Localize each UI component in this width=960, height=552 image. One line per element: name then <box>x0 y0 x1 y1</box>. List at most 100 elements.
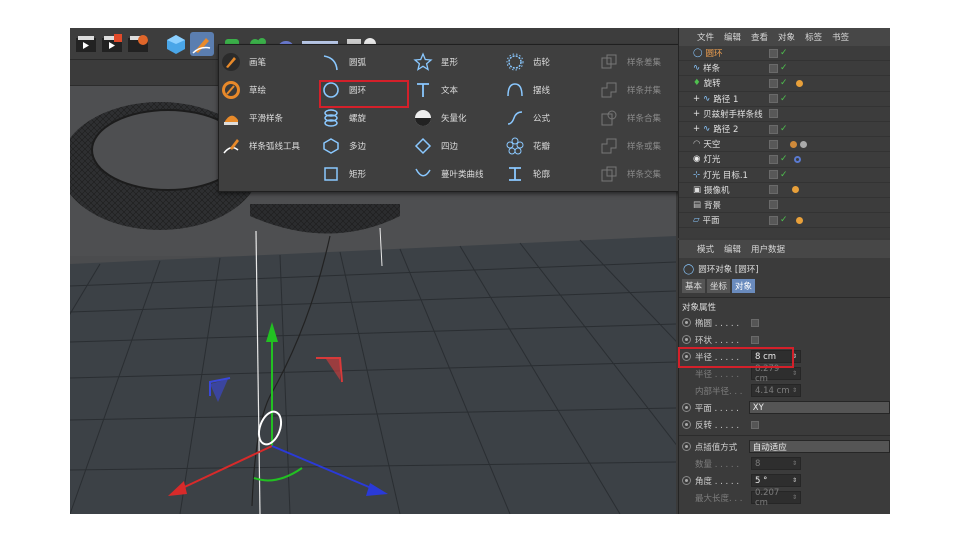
menu-item-formula[interactable]: 公式 <box>505 108 550 128</box>
check-icon[interactable]: ✓ <box>780 170 788 180</box>
inner-radius-input[interactable]: 4.14 cm ⇕ <box>751 384 801 397</box>
menu-tags[interactable]: 标签 <box>805 31 822 43</box>
render-picture-viewer-icon[interactable] <box>100 32 124 56</box>
object-row-camera[interactable]: ▣ 摄像机 <box>679 183 890 198</box>
texture-tag-icon[interactable] <box>800 140 807 148</box>
animate-dot-icon[interactable] <box>682 318 691 327</box>
menu-item-cissoid[interactable]: 蔓叶类曲线 <box>413 164 484 184</box>
menu-bookmarks[interactable]: 书签 <box>832 31 849 43</box>
menu-item-polygon[interactable]: 多边 <box>321 136 366 156</box>
menu-item-spline-subtract[interactable]: 样条差集 <box>599 52 661 72</box>
menu-item-spline-or[interactable]: 样条或集 <box>599 136 661 156</box>
object-row-sky[interactable]: ◠ 天空 <box>679 137 890 153</box>
tag-icon[interactable] <box>790 140 797 148</box>
menu-item-pen[interactable]: 画笔 <box>221 52 266 72</box>
tab-object[interactable]: 对象 <box>732 279 756 293</box>
ellipse-checkbox[interactable] <box>751 318 759 327</box>
object-row-path-2[interactable]: + ∿ 路径 2 ✓ <box>679 122 890 138</box>
target-tag-icon[interactable] <box>793 155 801 163</box>
object-row-plane[interactable]: ▱ 平面 ✓ <box>679 213 890 229</box>
visibility-toggle[interactable] <box>769 94 778 104</box>
object-row-light-target[interactable]: ⊹ 灯光 目标.1 ✓ <box>679 168 890 183</box>
object-row-bezier-spline[interactable]: + 贝兹射手样条线 <box>679 107 890 122</box>
animate-dot-icon[interactable] <box>682 442 691 451</box>
menu-item-spline-arc-tool[interactable]: 样条弧线工具 <box>221 136 300 156</box>
menu-item-spline-and[interactable]: 样条合集 <box>599 108 661 128</box>
animate-dot-icon[interactable] <box>682 403 691 412</box>
object-row-background[interactable]: ▤ 背景 <box>679 198 890 214</box>
menu-edit[interactable]: 编辑 <box>724 243 741 255</box>
object-row-spline[interactable]: ∿ 样条 ✓ <box>679 61 890 77</box>
check-icon[interactable]: ✓ <box>780 154 788 164</box>
visibility-toggle[interactable] <box>769 63 778 73</box>
stepper-icon[interactable]: ⇕ <box>792 387 797 394</box>
tab-coordinates[interactable]: 坐标 <box>707 279 731 293</box>
plane-select[interactable]: XY <box>748 401 890 414</box>
expand-icon[interactable]: + <box>693 109 700 119</box>
menu-item-arc[interactable]: 圆弧 <box>321 52 366 72</box>
menu-item-flower[interactable]: 花瓣 <box>505 136 550 156</box>
menu-item-profile[interactable]: 轮廓 <box>505 164 550 184</box>
menu-item-sketch[interactable]: 草绘 <box>221 80 266 100</box>
animate-dot-icon[interactable] <box>682 476 691 485</box>
max-length-input[interactable]: 0.207 cm ⇕ <box>751 488 801 508</box>
stepper-icon[interactable]: ⇕ <box>792 370 797 377</box>
visibility-toggle[interactable] <box>769 48 778 58</box>
check-icon[interactable]: ✓ <box>780 124 788 134</box>
render-view-icon[interactable] <box>74 32 98 56</box>
visibility-toggle[interactable] <box>769 154 778 164</box>
menu-view[interactable]: 查看 <box>751 31 768 43</box>
menu-item-spline-intersect[interactable]: 样条交集 <box>599 164 661 184</box>
object-row-light[interactable]: ◉ 灯光 ✓ <box>679 152 890 168</box>
menu-item-vectorize[interactable]: 矢量化 <box>413 108 467 128</box>
visibility-toggle[interactable] <box>769 139 778 149</box>
expand-icon[interactable]: + <box>693 94 700 104</box>
menu-item-gear[interactable]: 齿轮 <box>505 52 550 72</box>
material-tag-icon[interactable] <box>795 79 803 87</box>
menu-item-cycloid[interactable]: 摆线 <box>505 80 550 100</box>
visibility-toggle[interactable] <box>769 78 778 88</box>
menu-edit[interactable]: 编辑 <box>724 31 741 43</box>
cube-icon[interactable] <box>164 32 188 56</box>
spline-pen-tool-icon[interactable] <box>190 32 214 56</box>
stepper-icon[interactable]: ⇕ <box>792 494 797 501</box>
menu-item-star[interactable]: 星形 <box>413 52 458 72</box>
animate-dot-icon[interactable] <box>682 420 691 429</box>
material-tag-icon[interactable] <box>795 216 803 224</box>
visibility-toggle[interactable] <box>769 170 778 180</box>
visibility-toggle[interactable] <box>769 109 778 119</box>
menu-item-four-side[interactable]: 四边 <box>413 136 458 156</box>
reverse-checkbox[interactable] <box>751 420 759 429</box>
object-row-path-1[interactable]: + ∿ 路径 1 ✓ <box>679 92 890 107</box>
menu-item-helix[interactable]: 螺旋 <box>321 108 366 128</box>
menu-item-smooth-spline[interactable]: 平滑样条 <box>221 108 283 128</box>
render-settings-icon[interactable] <box>126 32 150 56</box>
menu-file[interactable]: 文件 <box>697 31 714 43</box>
check-icon[interactable]: ✓ <box>780 94 788 104</box>
stepper-icon[interactable]: ⇕ <box>792 460 797 467</box>
tab-basic[interactable]: 基本 <box>682 279 706 293</box>
menu-item-spline-union[interactable]: 样条并集 <box>599 80 661 100</box>
menu-item-rectangle[interactable]: 矩形 <box>321 164 366 184</box>
object-row-lathe[interactable]: ♦ 旋转 ✓ <box>679 76 890 92</box>
stepper-icon[interactable]: ⇕ <box>792 477 797 484</box>
object-row-circle[interactable]: ◯ 圆环 ✓ <box>679 46 890 62</box>
protection-tag-icon[interactable] <box>792 186 799 194</box>
count-input[interactable]: 8 ⇕ <box>751 457 801 470</box>
ring-checkbox[interactable] <box>751 335 759 344</box>
visibility-toggle[interactable] <box>769 185 778 195</box>
check-icon[interactable]: ✓ <box>780 78 788 88</box>
visibility-toggle[interactable] <box>769 215 778 225</box>
visibility-toggle[interactable] <box>769 200 778 210</box>
animate-dot-icon[interactable] <box>682 335 691 344</box>
menu-objects[interactable]: 对象 <box>778 31 795 43</box>
expand-icon[interactable]: + <box>693 124 700 134</box>
check-icon[interactable]: ✓ <box>780 63 788 73</box>
menu-mode[interactable]: 模式 <box>697 243 714 255</box>
menu-item-text[interactable]: 文本 <box>413 80 458 100</box>
interpolation-select[interactable]: 自动适应 <box>748 440 890 453</box>
visibility-toggle[interactable] <box>769 124 778 134</box>
check-icon[interactable]: ✓ <box>780 215 788 225</box>
check-icon[interactable]: ✓ <box>780 48 788 58</box>
angle-input[interactable]: 5 ° ⇕ <box>751 474 801 487</box>
